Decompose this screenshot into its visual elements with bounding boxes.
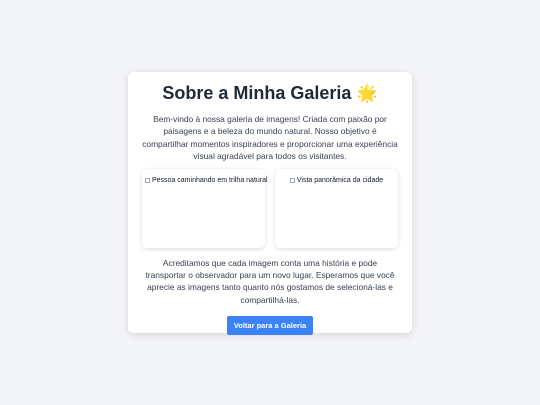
gallery-image-city[interactable]: Vista panorâmica da cidade [275, 168, 398, 248]
image-row: Pessoa caminhando em trilha natural Vist… [142, 168, 398, 248]
star-emoji-icon: 🌟 [356, 84, 378, 103]
image-alt-text: Pessoa caminhando em trilha natural [152, 176, 268, 184]
page-title: Sobre a Minha Galeria 🌟 [142, 82, 398, 105]
page-title-text: Sobre a Minha Galeria [162, 83, 352, 103]
image-alt-text: Vista panorâmica da cidade [296, 176, 384, 184]
outro-paragraph: Acreditamos que cada imagem conta uma hi… [145, 257, 395, 305]
broken-image-icon [145, 177, 150, 183]
broken-image-icon [289, 177, 295, 183]
about-card: Sobre a Minha Galeria 🌟 Bem-vindo à noss… [128, 72, 412, 336]
intro-paragraph: Bem-vindo à nossa galeria de imagens! Cr… [142, 114, 398, 162]
back-to-gallery-button[interactable]: Voltar para a Galeria [226, 316, 314, 336]
gallery-image-trail[interactable]: Pessoa caminhando em trilha natural [142, 168, 268, 248]
